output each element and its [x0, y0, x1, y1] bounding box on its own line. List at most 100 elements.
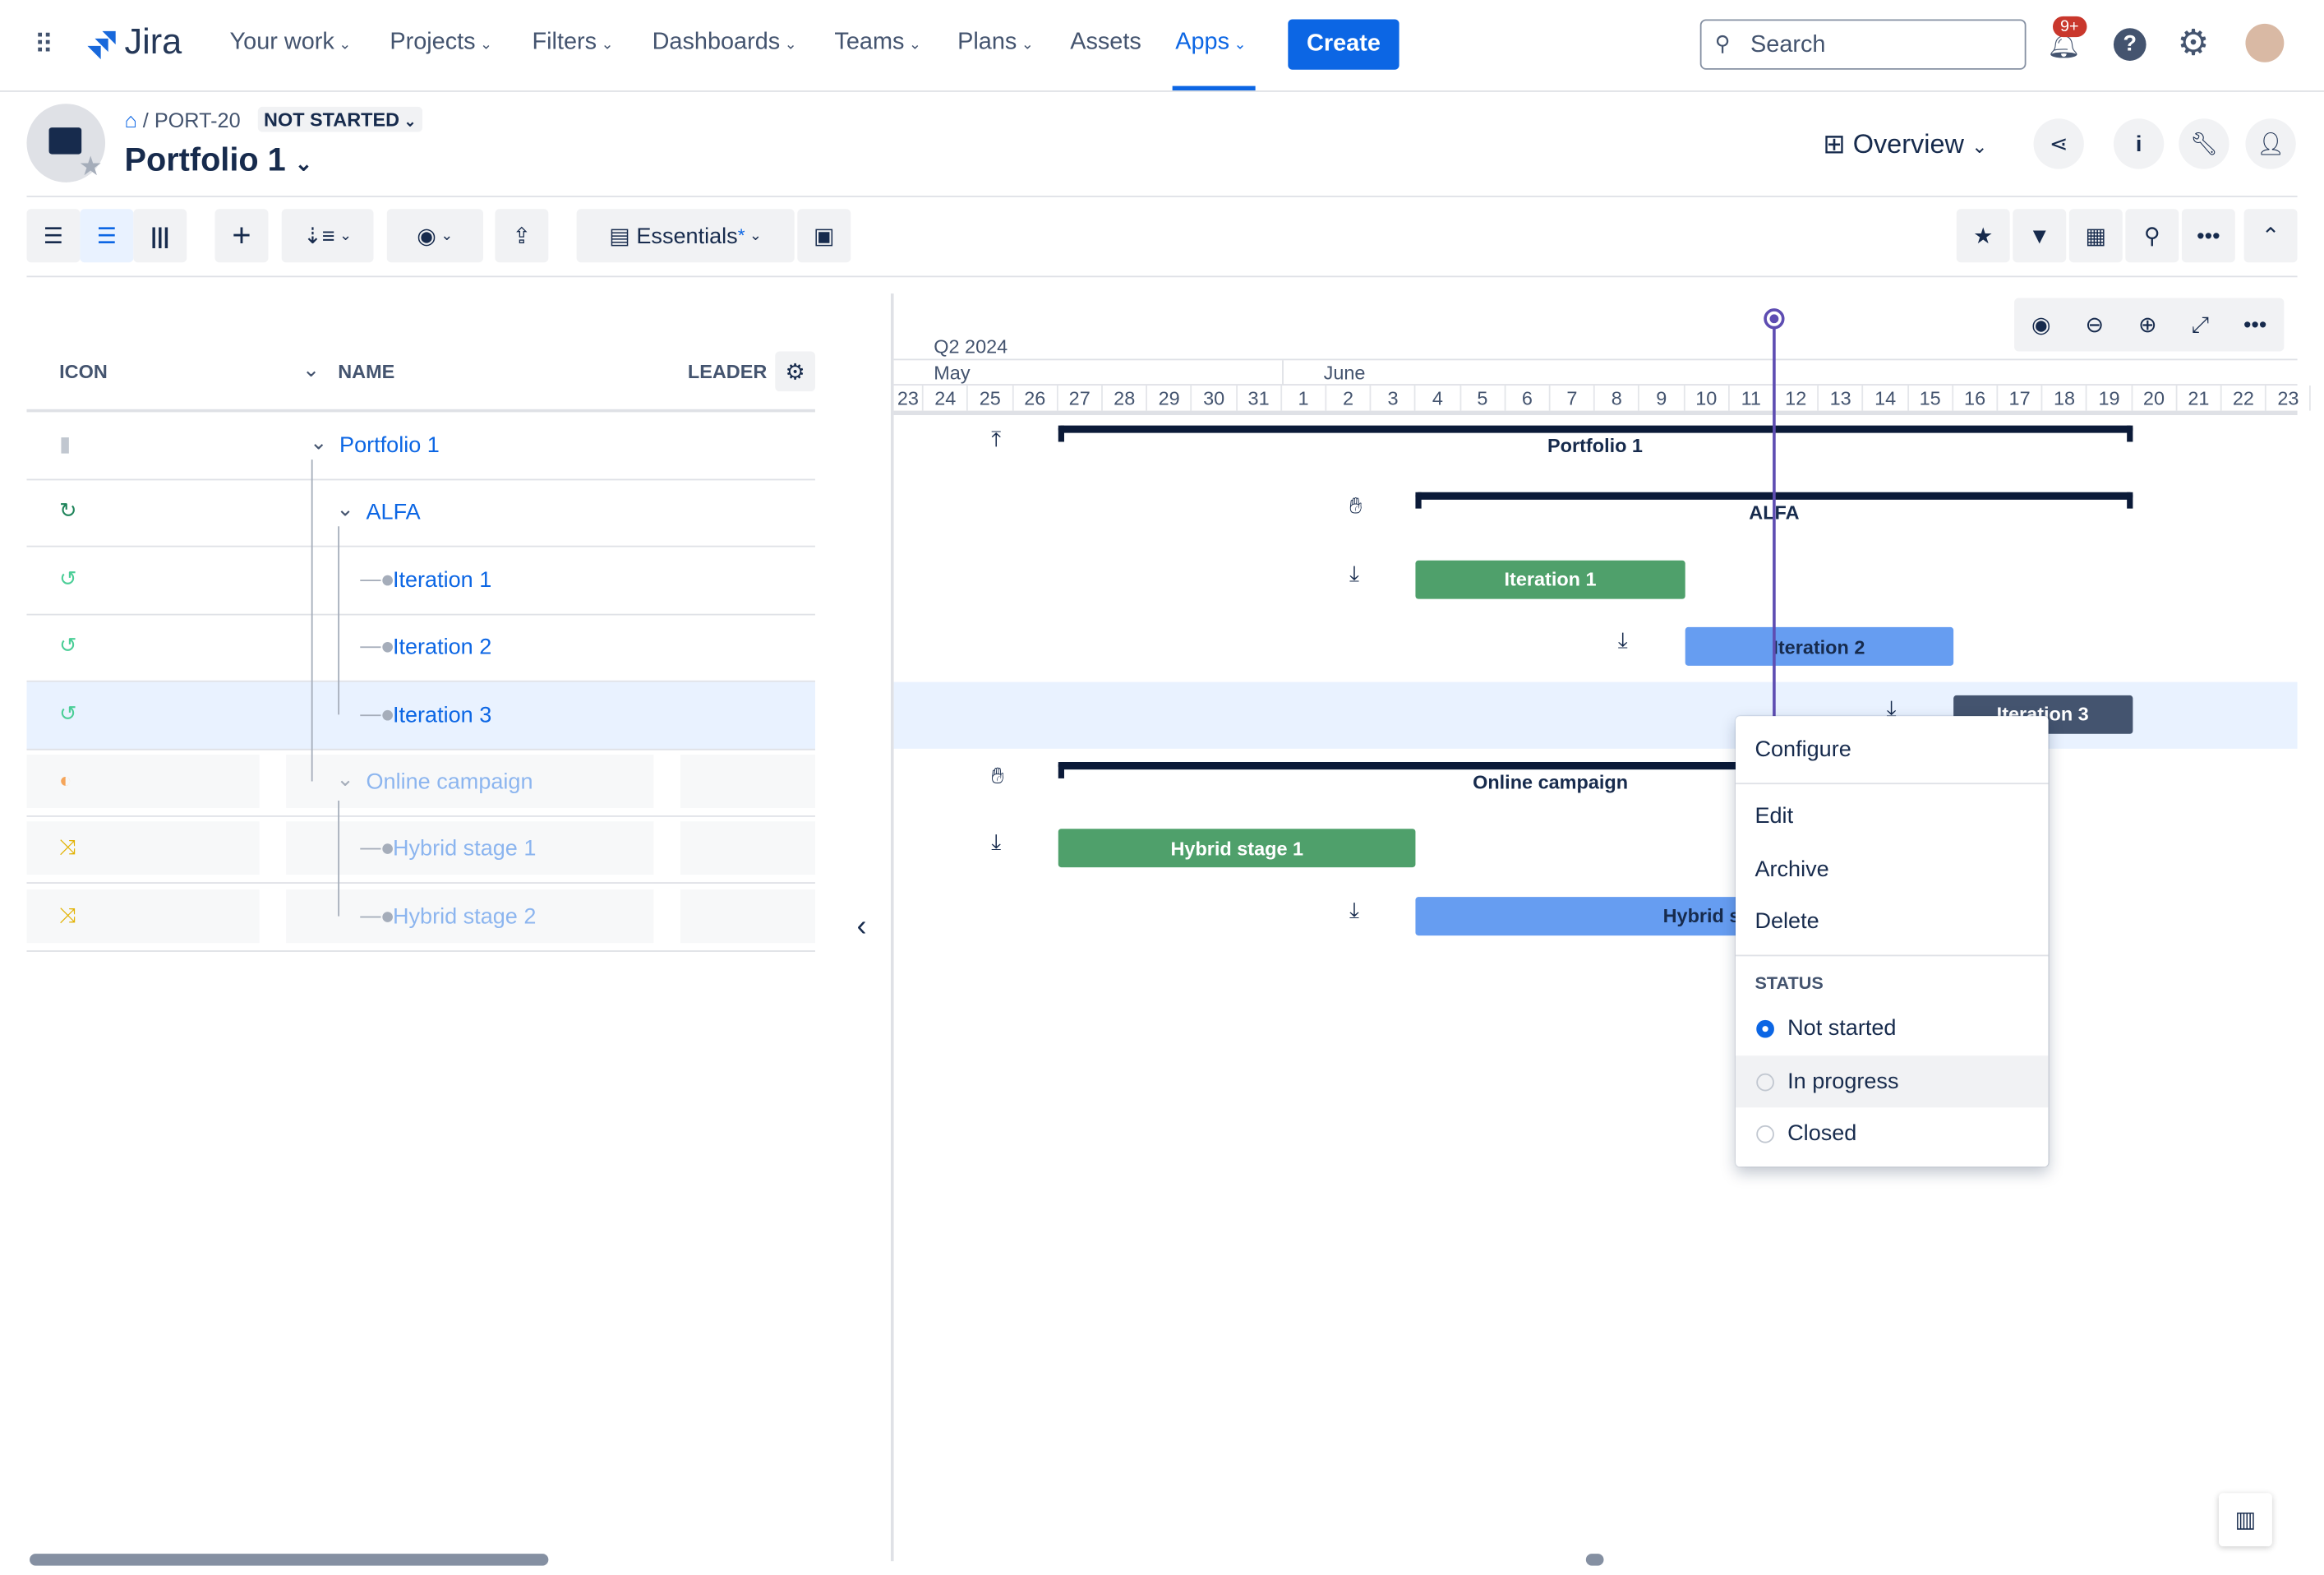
jira-logo-text[interactable]: Jira — [125, 22, 182, 64]
collapse-all-icon[interactable]: ⌄ — [302, 358, 320, 383]
tree-view-button[interactable]: ☰ — [80, 209, 134, 263]
map-button[interactable]: ▥ — [2218, 1493, 2272, 1547]
zoom-out-icon[interactable]: ⊖ — [2085, 312, 2104, 339]
day-label: 16 — [1953, 385, 1999, 411]
expand-icon[interactable]: ⤢ — [2191, 312, 2209, 338]
expand-chevron-icon[interactable]: ⌄ — [310, 430, 327, 455]
row-name-link[interactable]: Hybrid stage 1 — [393, 837, 536, 862]
user-button[interactable]: 👤︎ — [2245, 118, 2296, 169]
task-bar[interactable]: Iteration 2 — [1684, 627, 1953, 667]
menu-item-configure[interactable]: Configure — [1755, 737, 1851, 762]
table-row[interactable]: ↺ Iteration 1 — [26, 547, 815, 616]
breadcrumb-id[interactable]: PORT-20 — [154, 109, 241, 132]
hand-icon[interactable]: ✋︎ — [991, 764, 1003, 789]
help-icon[interactable]: ? — [2113, 28, 2146, 61]
view-preset-dropdown[interactable]: ▤ Essentials * ⌄ — [576, 209, 795, 263]
favorite-button[interactable]: ★ — [1956, 209, 2010, 263]
table-row[interactable]: ⤨ Hybrid stage 2 — [26, 884, 815, 952]
row-name-link[interactable]: Hybrid stage 2 — [393, 904, 536, 930]
status-dropdown[interactable]: NOT STARTED ⌄ — [257, 106, 422, 132]
column-header-icon[interactable]: ICON — [59, 360, 108, 382]
table-row[interactable]: ◐ ⌄ Online campaign — [26, 749, 815, 817]
status-option[interactable]: Closed — [1736, 1118, 2049, 1162]
collapse-panel-chevron-left-icon[interactable]: ‹ — [856, 910, 866, 944]
nav-item-filters[interactable]: Filters ⌄ — [532, 30, 613, 56]
calendar-button[interactable]: ▦ — [2068, 209, 2123, 263]
jira-logo-icon[interactable] — [85, 28, 118, 61]
filter-button[interactable]: ▼ — [2013, 209, 2067, 263]
row-name-link[interactable]: Iteration 3 — [393, 702, 491, 727]
menu-item-edit[interactable]: Edit — [1755, 804, 1793, 829]
nav-item-apps[interactable]: Apps ⌄ — [1175, 30, 1246, 56]
page-title[interactable]: Portfolio 1 ⌄ — [125, 141, 312, 179]
export-button[interactable]: ⇪ — [495, 209, 549, 263]
nav-item-teams[interactable]: Teams ⌄ — [834, 30, 921, 56]
hand-icon[interactable]: ✋︎ — [1349, 494, 1362, 520]
row-name-link[interactable]: ALFA — [366, 501, 420, 526]
row-name-link[interactable]: Iteration 2 — [393, 635, 491, 660]
arrow-down-icon[interactable]: ⤓ — [991, 831, 1001, 857]
app-switcher-icon[interactable]: ⠿ — [34, 30, 53, 61]
table-row[interactable]: ↺ Iteration 3 — [26, 681, 815, 750]
create-button[interactable]: Create — [1288, 19, 1399, 70]
home-icon[interactable]: ⌂ — [125, 109, 137, 132]
radio-button[interactable] — [1756, 1072, 1774, 1091]
row-name-link[interactable]: Portfolio 1 — [339, 433, 440, 459]
visibility-button[interactable]: ◉ ⌄ — [386, 209, 483, 263]
column-settings-button[interactable]: ⚙ — [775, 351, 815, 392]
search-button[interactable]: ⚲ — [2125, 209, 2179, 263]
arrow-down-icon[interactable]: ⤓ — [1349, 561, 1359, 587]
settings-gear-icon[interactable]: ⚙ — [2177, 22, 2209, 65]
column-header-name[interactable]: NAME — [338, 360, 394, 382]
radio-button[interactable] — [1756, 1125, 1774, 1143]
expand-chevron-icon[interactable]: ⌄ — [336, 497, 353, 523]
search-placeholder: Search — [1750, 32, 1826, 58]
horizontal-scrollbar[interactable] — [30, 1554, 549, 1566]
today-marker-icon[interactable] — [1764, 308, 1785, 330]
status-option[interactable]: In progress — [1736, 1065, 2049, 1110]
expand-chevron-icon[interactable]: ⌄ — [336, 766, 353, 792]
list-view-button[interactable]: ☰ — [26, 209, 81, 263]
nav-item-dashboards[interactable]: Dashboards ⌄ — [652, 30, 797, 56]
table-row[interactable]: ↺ Iteration 2 — [26, 614, 815, 682]
zoom-in-icon[interactable]: ⊕ — [2138, 312, 2157, 339]
nav-item-assets[interactable]: Assets — [1070, 30, 1141, 56]
table-row[interactable]: ↻ ⌄ ALFA — [26, 479, 815, 548]
add-button[interactable]: + — [214, 209, 269, 263]
star-icon[interactable]: ★ — [79, 151, 103, 182]
nav-item-projects[interactable]: Projects ⌄ — [390, 30, 492, 56]
column-header-leader[interactable]: LEADER — [688, 360, 767, 382]
more-button[interactable]: ••• — [2181, 209, 2235, 263]
board-view-button[interactable]: ||| — [133, 209, 187, 263]
group-bar[interactable] — [1058, 425, 2133, 442]
search-input[interactable]: ⚲ Search — [1699, 19, 2027, 70]
row-name-link[interactable]: Iteration 1 — [393, 567, 491, 593]
tree-icon: ☰ — [96, 224, 117, 250]
collapse-header-button[interactable]: ⌃ — [2243, 209, 2298, 263]
user-avatar[interactable] — [2245, 23, 2285, 62]
task-bar[interactable]: Hybrid stage 1 — [1058, 829, 1417, 868]
panel-splitter[interactable] — [890, 293, 894, 1562]
sort-button[interactable]: ⇣≡ ⌄ — [281, 209, 374, 263]
timeline-scrollbar[interactable] — [1585, 1554, 1604, 1566]
menu-item-delete[interactable]: Delete — [1755, 909, 1819, 935]
more-icon[interactable]: ••• — [2243, 312, 2266, 338]
nav-item-your-work[interactable]: Your work ⌄ — [230, 30, 352, 56]
table-row[interactable]: ▮ ⌄ Portfolio 1 — [26, 412, 815, 481]
task-bar[interactable]: Iteration 1 — [1416, 560, 1685, 599]
status-option[interactable]: Not started — [1736, 1013, 2049, 1057]
info-button[interactable]: i — [2113, 118, 2165, 169]
share-button[interactable]: ⋖ — [2033, 118, 2084, 169]
row-name-link[interactable]: Online campaign — [366, 769, 533, 795]
arrow-up-icon[interactable]: ⤒ — [991, 427, 1001, 452]
tools-button[interactable]: 🔧︎ — [2179, 118, 2229, 169]
arrow-down-icon[interactable]: ⤓ — [1349, 898, 1359, 924]
arrow-down-icon[interactable]: ⤓ — [1618, 629, 1628, 654]
today-target-icon[interactable]: ◉ — [2031, 312, 2051, 339]
menu-item-archive[interactable]: Archive — [1755, 857, 1828, 882]
table-row[interactable]: ⤨ Hybrid stage 1 — [26, 816, 815, 884]
nav-item-plans[interactable]: Plans ⌄ — [957, 30, 1034, 56]
overview-dropdown[interactable]: ⊞ Overview ⌄ — [1823, 129, 1987, 160]
radio-button[interactable] — [1756, 1019, 1774, 1038]
save-view-button[interactable]: ▣ — [797, 209, 851, 263]
